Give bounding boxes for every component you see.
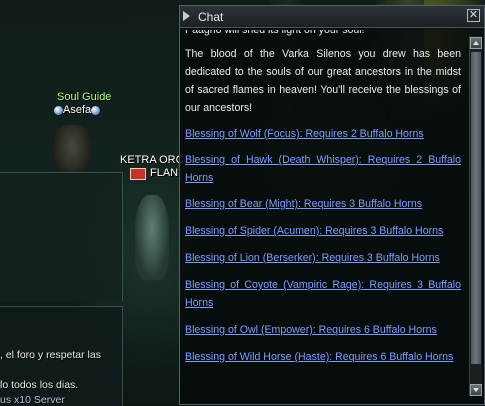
player-name: FLAN	[150, 167, 179, 179]
close-icon[interactable]: ✕	[467, 9, 480, 22]
npc-name: Asefa	[63, 104, 92, 116]
chat-window: Chat ✕ Paagrio will shed its light on yo…	[179, 5, 485, 405]
blessing-link-spider[interactable]: Blessing of Spider (Acumen): Requires 3 …	[185, 222, 461, 240]
system-message: lo todos los dias.	[0, 379, 79, 391]
orb-icon	[54, 105, 63, 115]
clan-flag-icon	[130, 168, 146, 180]
blessing-link-coyote[interactable]: Blessing of Coyote (Vampiric Rage): Requ…	[185, 276, 461, 312]
system-message: , el foro y respetar las	[0, 349, 101, 361]
caret-right-icon[interactable]	[183, 11, 190, 21]
arrow-up-icon[interactable]	[470, 37, 482, 49]
chat-line: Paagrio will shed its light on your soul…	[185, 30, 365, 36]
system-chat-panel: , el foro y respetar las lo todos los di…	[0, 306, 123, 406]
scroll-thumb[interactable]	[471, 52, 481, 364]
player-clan: KETRA ORC	[120, 154, 184, 166]
side-panel	[0, 172, 123, 301]
blessing-link-lion[interactable]: Blessing of Lion (Berserker): Requires 3…	[185, 249, 461, 267]
chat-content: Paagrio will shed its light on your soul…	[185, 30, 461, 400]
npc-nameplate[interactable]: Asefa	[54, 104, 101, 116]
npc-title: Soul Guide	[57, 91, 112, 103]
blessing-link-owl[interactable]: Blessing of Owl (Empower): Requires 6 Bu…	[185, 321, 461, 339]
system-message: us x10 Server	[0, 394, 65, 406]
chat-paragraph: The blood of the Varka Silenos you drew …	[185, 48, 461, 114]
blessing-link-wild-horse[interactable]: Blessing of Wild Horse (Haste): Requires…	[185, 348, 461, 366]
blessing-link-hawk[interactable]: Blessing of Hawk (Death Whisper): Requir…	[185, 151, 461, 187]
arrow-down-icon[interactable]	[470, 384, 482, 396]
blessing-link-wolf[interactable]: Blessing of Wolf (Focus): Requires 2 Buf…	[185, 125, 461, 143]
chat-titlebar[interactable]: Chat ✕	[180, 6, 484, 28]
player-character[interactable]	[135, 195, 169, 280]
blessing-link-bear[interactable]: Blessing of Bear (Might): Requires 3 Buf…	[185, 195, 461, 213]
orb-icon	[91, 105, 101, 115]
chat-title: Chat	[198, 10, 224, 24]
